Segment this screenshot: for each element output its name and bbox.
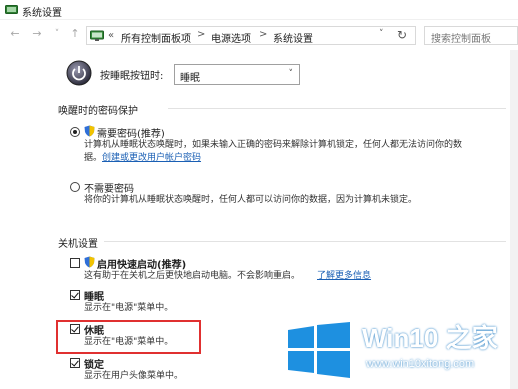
up-arrow-icon[interactable]: ↑ [68, 27, 82, 41]
breadcrumb-separator-icon[interactable]: > [197, 29, 205, 40]
navigation-bar: ← → ˅ ↑ « 所有控制面板项 > 电源选项 > 系统设置 ˅ ↻ 搜索控制… [0, 22, 518, 48]
no-password-label[interactable]: 不需要密码 [84, 180, 134, 195]
search-placeholder: 搜索控制面板 [431, 34, 491, 45]
power-button-icon [66, 60, 92, 86]
power-button-action-value: 睡眠 [180, 73, 200, 84]
sleep-label[interactable]: 睡眠 [84, 288, 104, 303]
shutdown-section-heading: 关机设置 [58, 239, 98, 250]
watermark-url: www.win10xitong.com [366, 358, 475, 370]
title-bar: 系统设置 [0, 0, 518, 20]
lock-description: 显示在用户头像菜单中。 [84, 371, 184, 381]
sleep-description: 显示在"电源"菜单中。 [84, 303, 174, 313]
breadcrumb-overflow-icon[interactable]: « [108, 30, 114, 41]
learn-more-link[interactable]: 了解更多信息 [317, 270, 371, 283]
control-panel-icon [90, 30, 104, 41]
breadcrumb-system-settings[interactable]: 系统设置 [273, 30, 313, 45]
no-password-radio[interactable] [70, 182, 80, 192]
lock-checkbox[interactable] [70, 358, 80, 368]
back-arrow-icon[interactable]: ← [8, 27, 22, 41]
address-dropdown-icon[interactable]: ˅ [379, 29, 384, 39]
search-input[interactable]: 搜索控制面板 [424, 26, 518, 45]
refresh-icon[interactable]: ↻ [397, 28, 407, 42]
hibernate-highlight-box [56, 320, 201, 354]
power-button-action-select[interactable]: 睡眠 ˅ [174, 64, 300, 85]
forward-arrow-icon[interactable]: → [30, 27, 44, 41]
power-button-label: 按睡眠按钮时: [100, 71, 164, 82]
breadcrumb-separator-icon[interactable]: > [259, 29, 267, 40]
lock-label[interactable]: 锁定 [84, 356, 104, 371]
require-password-description-cont: 据。 [84, 153, 103, 163]
change-password-link[interactable]: 创建或更改用户帐户密码 [102, 152, 201, 165]
sleep-checkbox[interactable] [70, 290, 80, 300]
password-section-heading: 唤醒时的密码保护 [58, 106, 138, 117]
fast-startup-description: 这有助于在关机之后更快地启动电脑。不会影响重启。 [84, 271, 301, 281]
windows-logo-icon [288, 322, 350, 378]
require-password-label[interactable]: 需要密码(推荐) [97, 125, 165, 140]
shield-icon [84, 125, 95, 137]
fast-startup-label[interactable]: 启用快速启动(推荐) [97, 256, 186, 271]
window-title: 系统设置 [22, 8, 62, 19]
watermark-brand: Win10 之家 [362, 323, 498, 353]
breadcrumb-all-items[interactable]: 所有控制面板项 [121, 30, 191, 45]
breadcrumb-power-options[interactable]: 电源选项 [211, 30, 251, 45]
recent-dropdown-icon[interactable]: ˅ [50, 27, 64, 41]
vertical-scrollbar[interactable] [510, 50, 518, 389]
require-password-description: 计算机从睡眠状态唤醒时，如果未输入正确的密码来解除计算机锁定，任何人都无法访问你… [84, 140, 463, 150]
chevron-down-icon: ˅ [288, 69, 294, 79]
no-password-description: 将你的计算机从睡眠状态唤醒时，任何人都可以访问你的数据，因为计算机未锁定。 [84, 195, 418, 205]
shield-icon [84, 256, 95, 268]
section-divider [104, 241, 506, 242]
section-divider [168, 108, 506, 109]
address-bar[interactable]: « 所有控制面板项 > 电源选项 > 系统设置 ˅ ↻ [86, 26, 416, 45]
require-password-radio[interactable] [70, 127, 80, 137]
fast-startup-checkbox[interactable] [70, 258, 80, 268]
control-panel-icon [5, 5, 18, 14]
